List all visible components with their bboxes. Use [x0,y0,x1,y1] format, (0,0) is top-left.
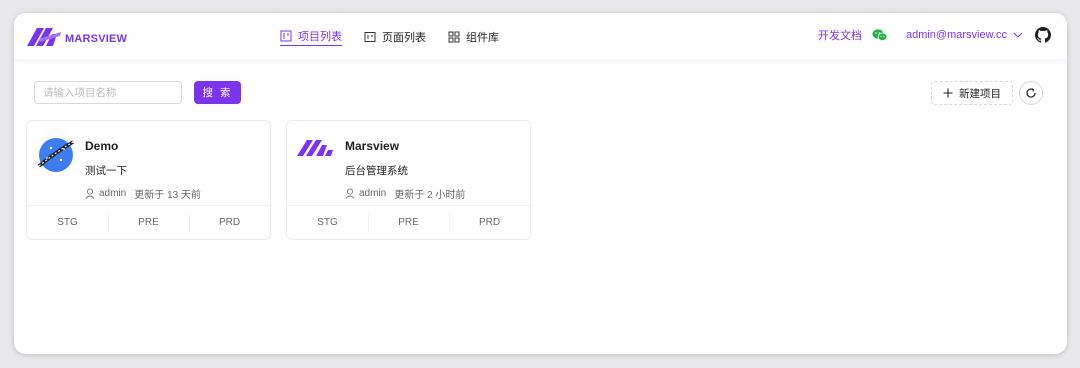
env-stg[interactable]: STG [27,206,108,239]
nav-item-projects[interactable]: 项目列表 [280,28,342,46]
page-icon [364,32,376,42]
env-prd[interactable]: PRD [449,206,530,239]
project-description: 后台管理系统 [345,165,408,177]
top-header: MARSVIEW 项目列表 页面列表 组件库 开发文档 admin@marsvi… [14,13,1067,59]
search-toolbar: 搜 索 [34,81,241,104]
nav-label-pages: 页面列表 [382,32,426,44]
project-avatar [37,136,75,179]
user-icon [345,188,355,199]
project-name: Demo [85,139,119,153]
project-name: Marsview [345,139,400,153]
project-meta: admin 更新于 2 小时前 [345,186,465,201]
project-list: Demo 测试一下 admin 更新于 13 天前 STG PRE PRD Ma… [26,120,531,240]
layout-icon [280,30,292,42]
user-menu[interactable]: admin@marsview.cc [906,29,1023,41]
project-avatar [297,136,337,165]
user-email: admin@marsview.cc [905,29,1007,41]
project-updated: 更新于 13 天前 [134,190,201,201]
card-body[interactable]: Marsview 后台管理系统 admin 更新于 2 小时前 [287,121,530,207]
env-prd[interactable]: PRD [189,206,270,239]
project-card[interactable]: Marsview 后台管理系统 admin 更新于 2 小时前 STG PRE … [286,120,531,240]
chevron-down-icon [1013,32,1023,38]
project-meta: admin 更新于 13 天前 [85,186,201,201]
docs-link[interactable]: 开发文档 [818,27,862,43]
main-nav: 项目列表 页面列表 组件库 [280,28,499,46]
plus-icon [943,88,953,98]
app-window: MARSVIEW 项目列表 页面列表 组件库 开发文档 admin@marsvi… [14,13,1067,354]
project-card[interactable]: Demo 测试一下 admin 更新于 13 天前 STG PRE PRD [26,120,271,240]
project-description: 测试一下 [85,165,127,177]
env-actions: STG PRE PRD [287,205,530,239]
nav-item-pages[interactable]: 页面列表 [364,28,426,46]
logo-icon [27,28,61,46]
card-body[interactable]: Demo 测试一下 admin 更新于 13 天前 [27,121,270,207]
env-actions: STG PRE PRD [27,205,270,239]
nav-label-projects: 项目列表 [298,31,342,43]
project-owner: admin [99,188,127,199]
wechat-icon[interactable] [872,28,888,42]
project-search-input[interactable] [34,81,182,104]
marsview-logo-icon [297,140,333,156]
planet-icon [37,138,74,172]
env-pre[interactable]: PRE [368,206,449,239]
refresh-button[interactable] [1019,81,1043,105]
grid-icon [448,31,460,43]
project-updated: 更新于 2 小时前 [394,190,466,201]
nav-label-components: 组件库 [466,32,499,44]
refresh-icon [1026,88,1036,98]
logo-text: MARSVIEW [65,32,128,45]
new-project-button[interactable]: 新建项目 [931,81,1013,105]
env-stg[interactable]: STG [287,206,368,239]
header-tools: 开发文档 admin@marsview.cc [818,27,1051,43]
search-button[interactable]: 搜 索 [194,81,241,104]
user-icon [85,188,95,199]
project-owner: admin [359,188,387,199]
github-icon[interactable] [1035,27,1051,43]
new-project-label: 新建项目 [959,87,1001,100]
env-pre[interactable]: PRE [108,206,189,239]
marsview-logo[interactable]: MARSVIEW [27,26,127,48]
nav-item-components[interactable]: 组件库 [448,28,499,46]
